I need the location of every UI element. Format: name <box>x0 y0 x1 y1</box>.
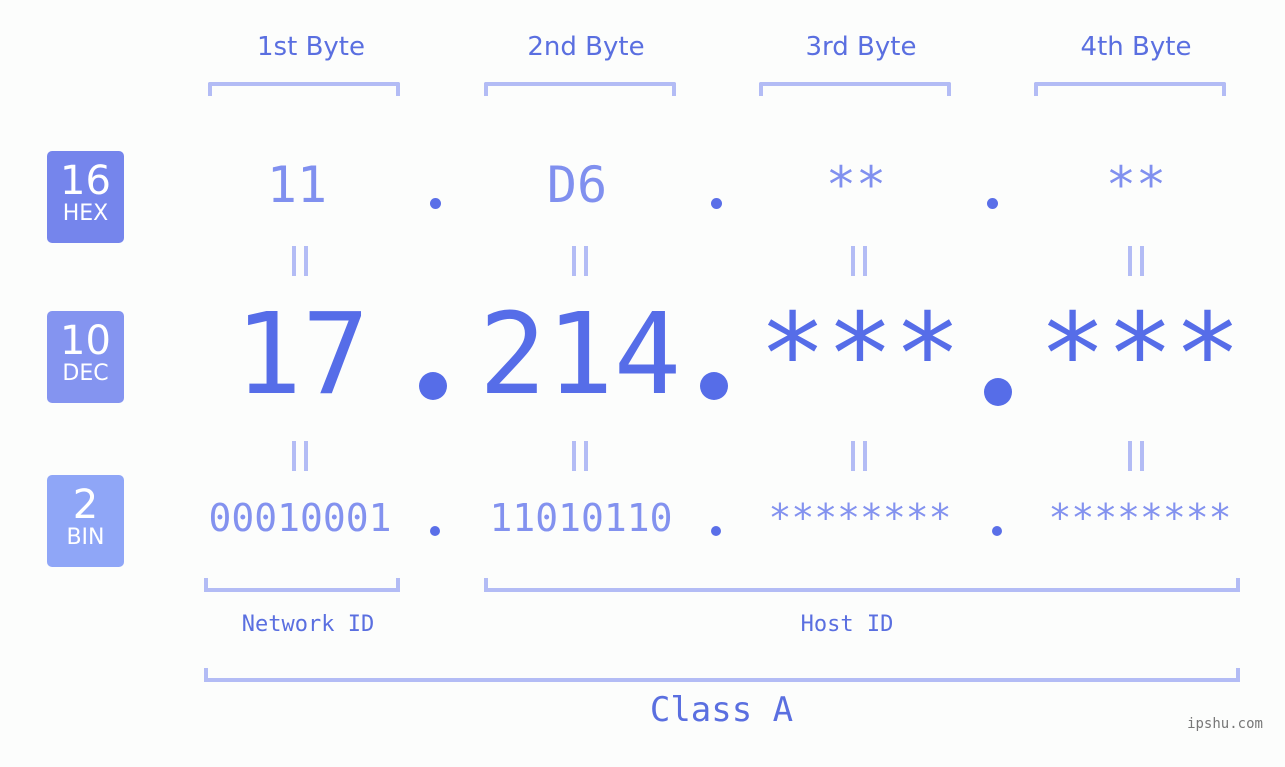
equals-icon <box>851 441 867 471</box>
bin-dot-2 <box>711 526 721 536</box>
network-id-bracket <box>204 578 400 592</box>
dec-octet-3: *** <box>758 290 962 420</box>
hex-dot-3 <box>987 198 998 209</box>
hex-badge-label: HEX <box>62 201 109 226</box>
equals-icon <box>292 246 308 276</box>
dec-badge-label: DEC <box>62 361 109 386</box>
hex-badge: 16 HEX <box>47 151 124 243</box>
class-bracket <box>204 668 1240 682</box>
watermark: ipshu.com <box>1187 716 1263 732</box>
hex-octet-3: ** <box>825 156 887 214</box>
equals-icon <box>851 246 867 276</box>
host-id-bracket <box>484 578 1240 592</box>
dec-badge: 10 DEC <box>47 311 124 403</box>
equals-icon <box>572 441 588 471</box>
bin-dot-1 <box>430 526 440 536</box>
bin-badge: 2 BIN <box>47 475 124 567</box>
bin-octet-1: 00010001 <box>208 496 392 540</box>
byte-header-3: 3rd Byte <box>805 32 917 62</box>
byte-header-1: 1st Byte <box>257 32 365 62</box>
dec-dot-2 <box>700 372 728 400</box>
bin-octet-2: 11010110 <box>489 496 673 540</box>
equals-icon <box>292 441 308 471</box>
byte-bracket-2 <box>484 82 676 96</box>
equals-icon <box>1128 441 1144 471</box>
byte-bracket-1 <box>208 82 400 96</box>
byte-header-2: 2nd Byte <box>527 32 645 62</box>
hex-dot-2 <box>711 198 722 209</box>
bin-badge-label: BIN <box>66 525 105 550</box>
byte-header-4: 4th Byte <box>1080 32 1192 62</box>
hex-octet-4: ** <box>1105 156 1167 214</box>
dec-badge-base: 10 <box>60 318 111 364</box>
hex-dot-1 <box>430 198 441 209</box>
dec-octet-4: *** <box>1038 290 1242 420</box>
equals-icon <box>1128 246 1144 276</box>
hex-octet-2: D6 <box>546 156 608 214</box>
dec-octet-2: 214 <box>478 290 682 420</box>
dec-dot-3 <box>984 378 1012 406</box>
dec-octet-1: 17 <box>234 290 370 420</box>
byte-bracket-3 <box>759 82 951 96</box>
host-id-label: Host ID <box>800 612 894 637</box>
class-label: Class A <box>649 690 794 730</box>
dec-dot-1 <box>419 372 447 400</box>
bin-octet-3: ******** <box>768 496 952 540</box>
bin-dot-3 <box>992 526 1002 536</box>
equals-icon <box>572 246 588 276</box>
hex-badge-base: 16 <box>60 158 111 204</box>
bin-badge-base: 2 <box>72 482 99 528</box>
bin-octet-4: ******** <box>1048 496 1232 540</box>
byte-bracket-4 <box>1034 82 1226 96</box>
network-id-label: Network ID <box>241 612 375 637</box>
hex-octet-1: 11 <box>266 156 328 214</box>
